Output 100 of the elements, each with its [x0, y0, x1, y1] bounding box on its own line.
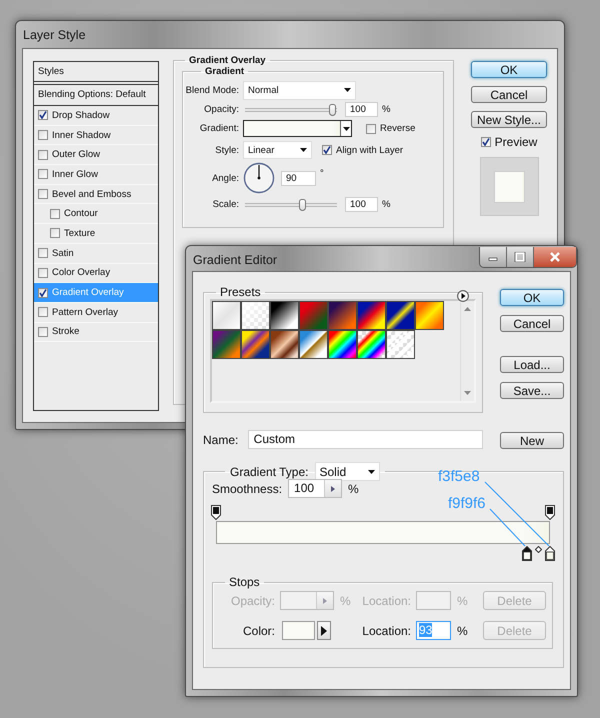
gradient-swatch[interactable]: [357, 330, 386, 359]
dialog-button[interactable]: New Style...: [471, 111, 547, 128]
window-title: Layer Style: [22, 27, 87, 42]
gradient-swatch[interactable]: [328, 301, 357, 330]
scrollbar[interactable]: [460, 301, 474, 401]
caret-icon: [300, 148, 307, 152]
styles-list-item[interactable]: Satin: [34, 244, 158, 264]
styles-list-item[interactable]: Bevel and Emboss: [34, 184, 158, 204]
checkbox[interactable]: [38, 110, 48, 120]
checkbox[interactable]: [38, 307, 48, 318]
field-label: Opacity:: [203, 104, 239, 115]
style-dropdown[interactable]: Linear: [243, 141, 312, 159]
unit-label: %: [340, 594, 352, 608]
checkbox[interactable]: [38, 130, 48, 140]
gradient-type-dropdown[interactable]: Solid: [314, 462, 380, 481]
styles-list-item[interactable]: Contour: [34, 204, 158, 224]
slider-thumb[interactable]: [298, 198, 306, 210]
dialog-button[interactable]: Cancel: [500, 315, 564, 332]
minimize-button[interactable]: [480, 247, 507, 267]
checkbox[interactable]: [50, 228, 60, 238]
field-label: Location:: [361, 594, 411, 608]
checkbox[interactable]: [366, 124, 376, 134]
dialog-button[interactable]: OK: [500, 289, 564, 306]
slider-thumb[interactable]: [329, 104, 336, 116]
dialog-button[interactable]: Load...: [500, 356, 564, 373]
field-label: Smoothness:: [212, 482, 282, 496]
gradient-swatch[interactable]: [270, 301, 299, 330]
gradient-swatch[interactable]: [328, 330, 357, 359]
gradient-picker[interactable]: [243, 120, 352, 137]
section-title: Stops: [228, 575, 261, 589]
close-button[interactable]: [534, 247, 576, 267]
gradient-swatch[interactable]: [357, 301, 386, 330]
opacity-stop[interactable]: [211, 505, 221, 520]
checkbox[interactable]: [38, 288, 48, 298]
unit-label: %: [382, 104, 390, 115]
angle-dial[interactable]: [243, 162, 275, 194]
gradient-swatch[interactable]: [241, 301, 270, 330]
angle-field[interactable]: 90: [281, 170, 316, 186]
field-label: Opacity:: [230, 594, 275, 608]
styles-list-item[interactable]: Stroke: [34, 322, 158, 342]
blend-mode-dropdown[interactable]: Normal: [243, 80, 356, 100]
dialog-button[interactable]: Cancel: [471, 86, 547, 103]
caret-icon: [344, 88, 351, 92]
checkbox[interactable]: [38, 248, 48, 258]
color-stop[interactable]: [522, 546, 532, 561]
gradient-swatch[interactable]: [212, 301, 241, 330]
field-label: Color:: [242, 624, 275, 638]
checkbox[interactable]: [38, 268, 48, 278]
arrow-icon: [331, 486, 336, 492]
gradient-swatch[interactable]: [270, 330, 299, 359]
maximize-button[interactable]: [507, 247, 534, 267]
scroll-up-icon[interactable]: [464, 307, 471, 311]
color-swatch[interactable]: [282, 621, 315, 640]
styles-list-item[interactable]: Inner Glow: [34, 165, 158, 185]
new-button[interactable]: New: [500, 432, 564, 449]
stop-location-field[interactable]: [416, 591, 451, 610]
color-stop[interactable]: [545, 546, 555, 561]
opacity-field[interactable]: 100: [345, 102, 378, 117]
maximize-icon: [514, 252, 526, 262]
styles-list-item[interactable]: Pattern Overlay: [34, 302, 158, 323]
scroll-down-icon[interactable]: [464, 391, 471, 395]
menu-icon[interactable]: [457, 290, 469, 302]
midpoint-icon[interactable]: [534, 546, 542, 553]
styles-list-item[interactable]: Blending Options: Default: [34, 85, 158, 106]
color-annotation: f9f9f6: [448, 495, 486, 512]
gradient-swatch[interactable]: [415, 301, 444, 330]
preview-thumbnail: [480, 157, 538, 216]
dialog-button[interactable]: OK: [471, 61, 547, 78]
name-field[interactable]: Custom: [248, 430, 483, 449]
caret-icon: [368, 470, 374, 474]
smoothness-field[interactable]: 100: [288, 479, 342, 498]
caret-icon: [342, 126, 350, 130]
styles-list-item[interactable]: Styles: [34, 62, 158, 85]
unit-label: %: [457, 594, 469, 608]
checkbox-label: Preview: [494, 135, 538, 149]
stop-opacity-field[interactable]: [280, 591, 334, 610]
gradient-swatch[interactable]: [299, 330, 328, 359]
arrow-icon: [323, 598, 327, 604]
gradient-swatch[interactable]: [212, 330, 241, 359]
checkbox[interactable]: [38, 169, 48, 180]
styles-list-item[interactable]: Outer Glow: [34, 145, 158, 166]
checkbox[interactable]: [38, 189, 48, 200]
gradient-swatch[interactable]: [386, 330, 415, 359]
checkbox[interactable]: [38, 150, 48, 160]
styles-list-item[interactable]: Texture: [34, 224, 158, 244]
styles-list-item[interactable]: Drop Shadow: [34, 106, 158, 126]
styles-list-item[interactable]: Inner Shadow: [34, 126, 158, 146]
gradient-swatch[interactable]: [241, 330, 270, 359]
scale-field[interactable]: 100: [345, 197, 378, 212]
opacity-stop[interactable]: [545, 505, 555, 520]
checkbox[interactable]: [50, 208, 60, 219]
checkbox[interactable]: [322, 145, 332, 155]
checkbox[interactable]: [38, 326, 48, 337]
gradient-swatch[interactable]: [299, 301, 328, 330]
gradient-swatch[interactable]: [386, 301, 415, 330]
field-label: Gradient:: [198, 123, 239, 134]
unit-label: °: [320, 168, 324, 179]
dialog-button[interactable]: Save...: [500, 382, 564, 399]
color-menu-button[interactable]: [317, 621, 331, 640]
checkbox[interactable]: [480, 137, 491, 147]
